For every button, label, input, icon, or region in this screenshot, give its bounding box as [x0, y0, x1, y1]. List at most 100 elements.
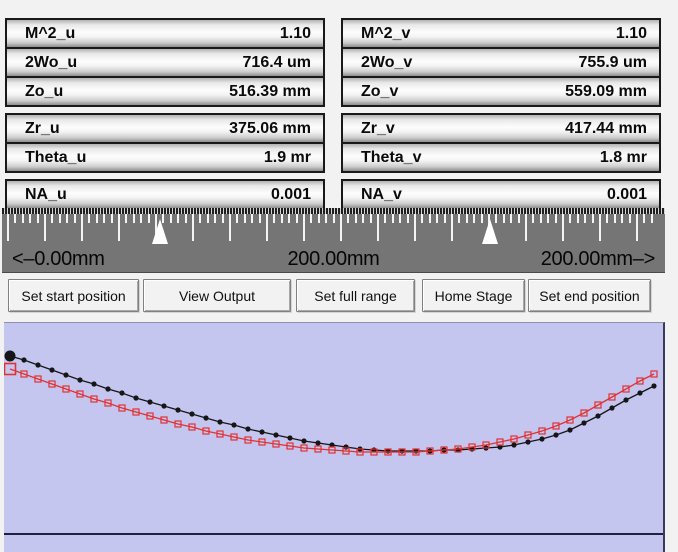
ruler-tick — [540, 214, 542, 223]
ruler-tick — [421, 214, 423, 223]
readout-label: Zo_v — [361, 83, 398, 101]
ruler-tick — [636, 214, 638, 241]
readout-value: 559.09 mm — [565, 83, 647, 101]
ruler-tick — [81, 214, 83, 241]
ruler-tick — [547, 214, 549, 223]
ruler-tick — [303, 214, 305, 241]
readout-label: NA_u — [25, 186, 67, 204]
data-point — [553, 432, 558, 437]
readout-row-zo-u: Zo_u516.39 mm — [5, 76, 325, 107]
ruler-tick — [74, 214, 76, 223]
ruler-tick — [66, 214, 68, 223]
view-output-button[interactable]: View Output — [143, 279, 291, 312]
readout-value: 0.001 — [271, 186, 311, 204]
readout-label: Zr_v — [361, 120, 395, 138]
data-point — [315, 440, 320, 445]
data-point — [273, 432, 278, 437]
readout-group: NA_v0.001 — [341, 179, 661, 210]
readout-value: 1.10 — [616, 25, 647, 43]
ruler-tick — [37, 214, 39, 223]
data-point — [595, 413, 600, 418]
data-point — [49, 367, 54, 372]
ruler-tick — [429, 214, 431, 223]
series-start-marker — [5, 351, 16, 362]
ruler-tick — [251, 214, 253, 223]
set-start-position-button[interactable]: Set start position — [8, 279, 139, 312]
position-marker-triangle[interactable] — [152, 219, 168, 244]
ruler-label-start: <–0.00mm — [12, 248, 105, 271]
ruler-tick — [318, 214, 320, 223]
readout-label: Zo_u — [25, 83, 63, 101]
ruler-tick — [103, 214, 105, 223]
ruler-tick — [51, 214, 53, 223]
ruler-tick — [7, 214, 9, 241]
ruler-tick — [310, 214, 312, 223]
ruler-tick — [414, 214, 416, 241]
data-point — [231, 422, 236, 427]
data-point — [21, 357, 26, 362]
ruler-tick — [118, 214, 120, 241]
ruler-tick — [355, 214, 357, 223]
ruler-tick — [621, 214, 623, 223]
ruler-tick — [606, 214, 608, 223]
ruler-tick — [347, 214, 349, 223]
data-point — [259, 429, 264, 434]
ruler-tick — [503, 214, 505, 223]
readout-label: M^2_u — [25, 25, 75, 43]
home-stage-button[interactable]: Home Stage — [422, 279, 525, 312]
readout-label: M^2_v — [361, 25, 410, 43]
readout-label: 2Wo_u — [25, 54, 77, 72]
ruler-tick — [473, 214, 475, 223]
ruler-tick — [14, 214, 16, 223]
ruler-tick — [325, 214, 327, 223]
ruler-tick — [133, 214, 135, 223]
data-point — [189, 411, 194, 416]
data-point — [245, 426, 250, 431]
ruler-tick — [288, 214, 290, 223]
ruler-tick — [458, 214, 460, 223]
ruler-tick — [296, 214, 298, 223]
data-point — [35, 362, 40, 367]
ruler-tick — [185, 214, 187, 223]
data-point — [287, 435, 292, 440]
data-point — [637, 390, 642, 395]
ruler-tick — [651, 214, 653, 223]
ruler-tick — [466, 214, 468, 223]
ruler-tick — [199, 214, 201, 223]
set-full-range-button[interactable]: Set full range — [296, 279, 415, 312]
beam-caustic-chart — [4, 322, 665, 552]
readout-row-2wo-v: 2Wo_v755.9 um — [341, 47, 661, 78]
series-beam-width-v — [5, 364, 658, 456]
position-marker-triangle[interactable] — [482, 219, 498, 244]
data-point — [203, 415, 208, 420]
readout-row-theta-v: Theta_v1.8 mr — [341, 142, 661, 173]
stage-position-ruler: <–0.00mm 200.00mm 200.00mm–> — [2, 208, 665, 273]
param-panel-v: M^2_v 1.10 2Wo_v755.9 um Zo_v 559.09 mm Zr_v4… — [341, 18, 661, 210]
readout-value: 0.001 — [607, 186, 647, 204]
ruler-tick — [577, 214, 579, 223]
readout-row-zr-v: Zr_v417.44 mm — [341, 113, 661, 144]
data-point — [581, 420, 586, 425]
ruler-tick — [407, 214, 409, 223]
ruler-tick — [340, 214, 342, 241]
readout-group: M^2_u 1.10 2Wo_u 716.4 um Zo_u516.39 mm — [5, 18, 325, 107]
data-point — [623, 397, 628, 402]
ruler-tick — [614, 214, 616, 223]
data-point — [133, 395, 138, 400]
readout-group: M^2_v 1.10 2Wo_v755.9 um Zo_v 559.09 mm — [341, 18, 661, 107]
readout-value: 1.10 — [280, 25, 311, 43]
set-end-position-button[interactable]: Set end position — [528, 279, 651, 312]
ruler-tick — [266, 214, 268, 241]
readout-row-na-u: NA_u 0.001 — [5, 179, 325, 210]
ruler-tick — [88, 214, 90, 223]
readout-label: Zr_u — [25, 120, 60, 138]
ruler-tick — [96, 214, 98, 223]
readout-value: 1.8 mr — [600, 149, 647, 167]
ruler-tick — [518, 214, 520, 223]
ruler-tick — [273, 214, 275, 223]
ruler-track: <–0.00mm 200.00mm 200.00mm–> — [2, 214, 665, 273]
readout-row-zo-v: Zo_v 559.09 mm — [341, 76, 661, 107]
readout-value: 716.4 um — [243, 54, 311, 72]
ruler-tick — [59, 214, 61, 223]
ruler-tick — [584, 214, 586, 223]
